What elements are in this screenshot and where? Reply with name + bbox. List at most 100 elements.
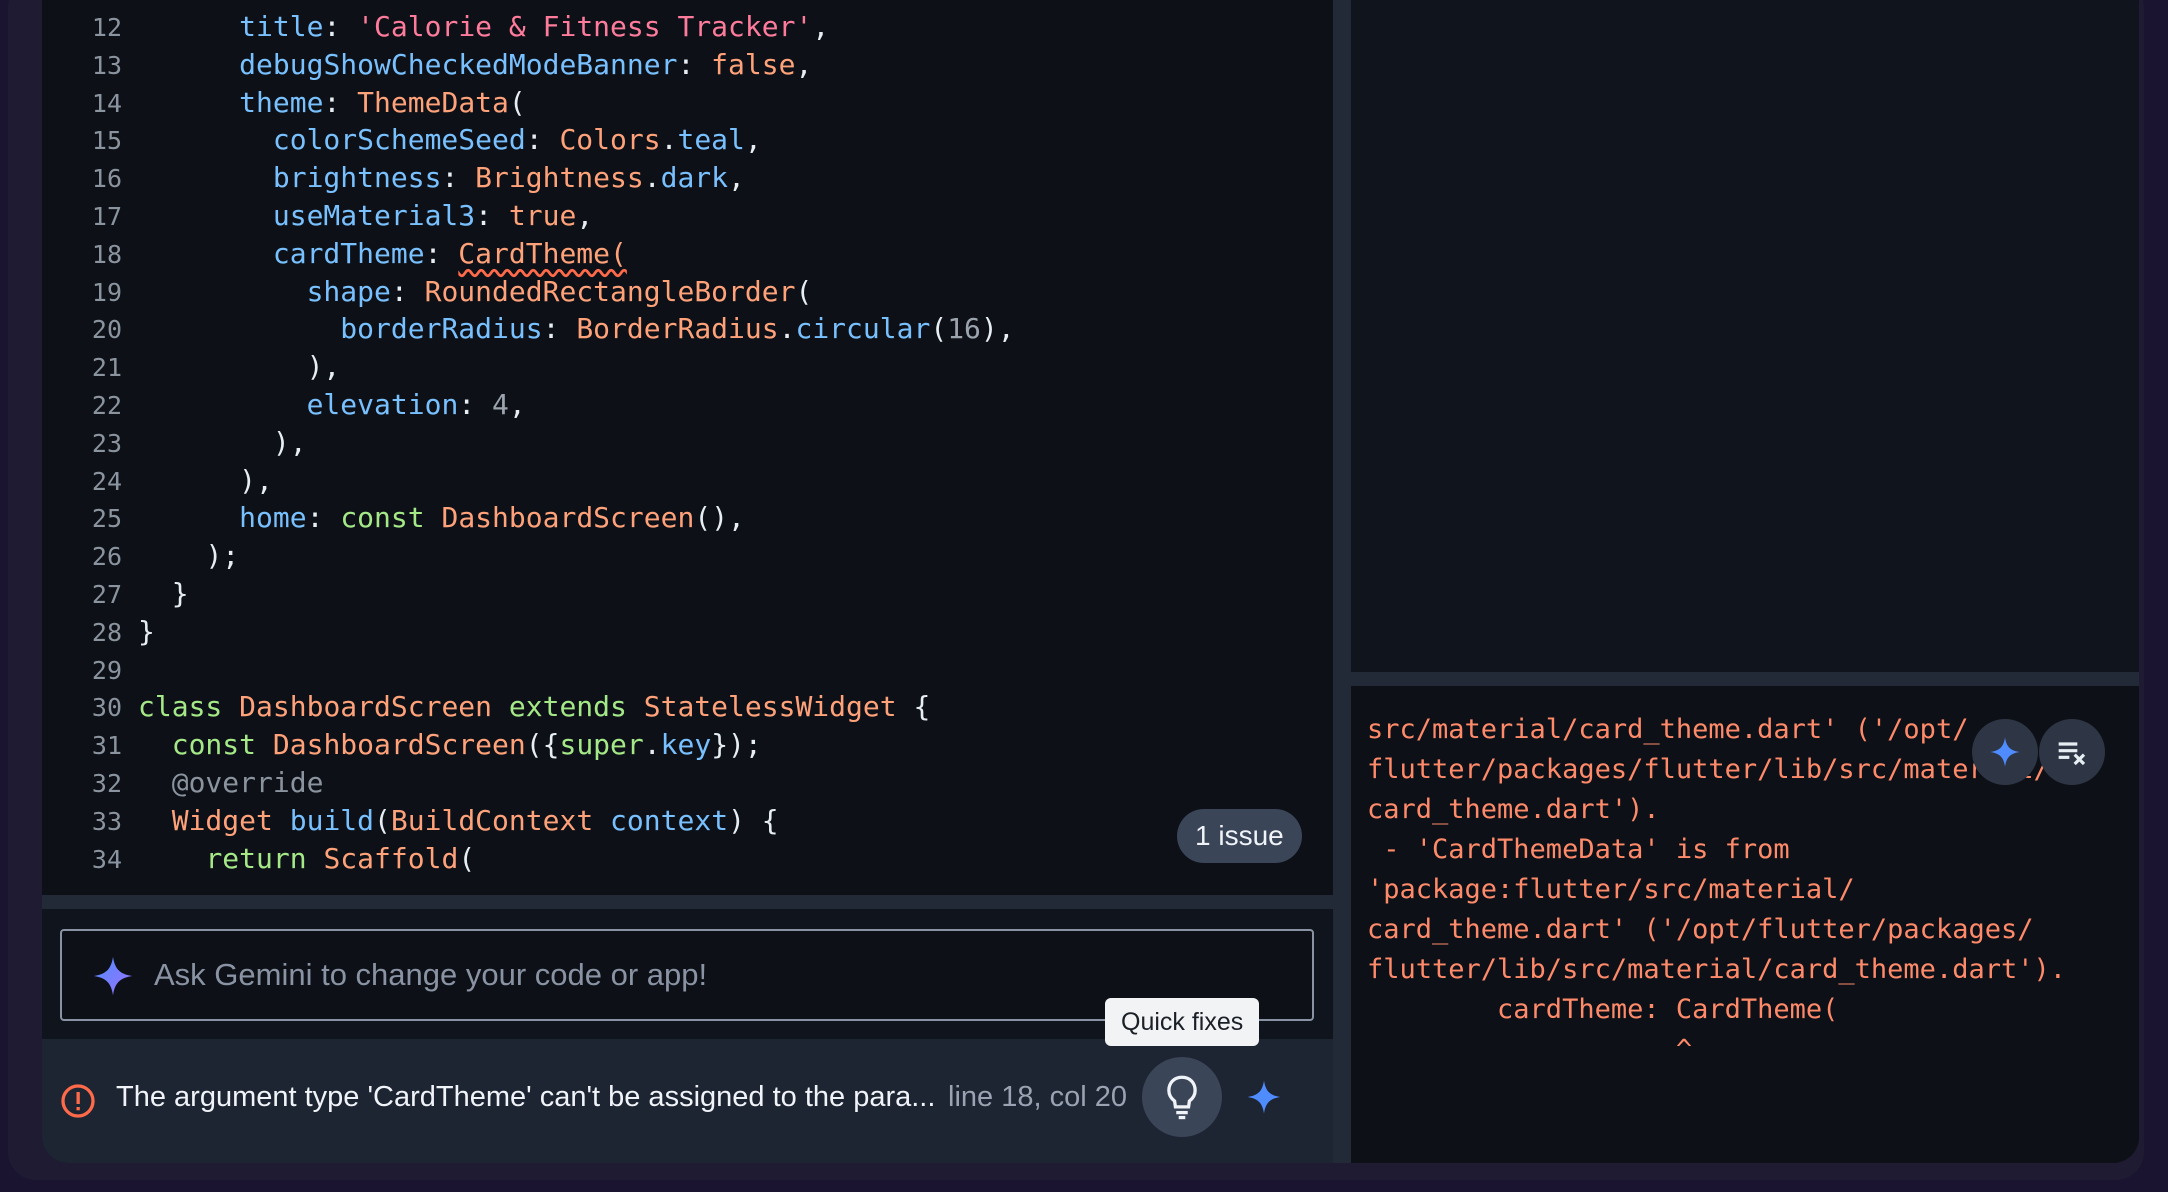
line-number: 25 (91, 504, 122, 534)
code-token: const (171, 728, 273, 762)
code-token: RoundedRectangleBorder (424, 274, 796, 308)
code-token: , (508, 388, 526, 421)
code-token: : (475, 199, 509, 232)
line-number: 23 (91, 428, 122, 458)
code-line[interactable]: 26 ); (42, 537, 239, 575)
console-line: 'package:flutter/src/material/ (1367, 874, 1855, 905)
line-number: 34 (91, 844, 122, 874)
code-line[interactable]: 34 return Scaffold( (42, 840, 475, 878)
error-circle-icon (61, 1084, 95, 1118)
code-line[interactable]: 20 borderRadius: BorderRadius.circular(1… (42, 310, 1015, 348)
error-message[interactable]: The argument type 'CardTheme' can't be a… (116, 1039, 935, 1155)
code-line[interactable]: 32 @override (42, 764, 324, 802)
editor-divider[interactable] (42, 895, 1333, 909)
code-line[interactable]: 21 ), (42, 348, 340, 386)
clear-console-button[interactable] (2039, 719, 2105, 785)
code-token: shape (306, 274, 391, 308)
code-token: Brightness (475, 161, 644, 195)
line-number: 15 (91, 126, 122, 156)
code-line[interactable]: 23 ), (42, 424, 307, 462)
code-token: Scaffold (323, 841, 459, 875)
console-line: flutter/packages/flutter/lib/src/materia… (1367, 754, 2050, 785)
code-line[interactable]: 30 class DashboardScreen extends Stateles… (42, 688, 930, 726)
code-token: } (171, 577, 189, 610)
code-line[interactable]: 28} (42, 613, 155, 651)
gemini-fix-sparkle-icon[interactable] (1246, 1079, 1282, 1115)
code-line[interactable]: 18 cardTheme: CardTheme( (42, 235, 627, 273)
code-token: : (677, 47, 712, 81)
line-number: 32 (91, 769, 122, 798)
code-token: false (711, 47, 796, 81)
code-token: 4 (492, 388, 509, 421)
line-number: 20 (91, 315, 122, 345)
code-line[interactable]: 27 } (42, 575, 189, 613)
code-token: : (424, 236, 459, 270)
code-editor[interactable]: 12 title: 'Calorie & Fitness Tracker', 13… (42, 0, 1333, 895)
code-token: : (323, 85, 358, 119)
app-preview-pane (1351, 0, 2139, 672)
code-line[interactable]: 33 Widget build(BuildContext context) { (42, 802, 779, 840)
quick-fixes-tooltip: Quick fixes (1105, 998, 1260, 1046)
quick-fix-button[interactable] (1142, 1057, 1222, 1137)
line-number: 28 (91, 617, 122, 647)
code-token: home (239, 501, 307, 535)
code-token: true (508, 199, 577, 232)
code-token: : (323, 10, 358, 43)
code-line[interactable]: 16 brightness: Brightness.dark, (42, 159, 745, 197)
code-line[interactable]: 29 (42, 651, 138, 689)
code-token: const (340, 501, 442, 535)
vertical-divider[interactable] (1333, 0, 1351, 1163)
gemini-sparkle-icon (1990, 737, 2020, 767)
code-token: ( (458, 841, 476, 875)
line-number: 27 (91, 580, 122, 609)
code-line[interactable]: 14 theme: ThemeData( (42, 84, 526, 122)
code-token: debugShowCheckedModeBanner (239, 47, 678, 81)
console-divider[interactable] (1351, 672, 2139, 686)
code-token: ) { (728, 803, 779, 837)
line-number: 29 (91, 655, 122, 685)
code-line[interactable]: 19 shape: RoundedRectangleBorder( (42, 273, 812, 311)
line-number: 19 (91, 277, 122, 307)
code-token: . (643, 728, 661, 762)
code-line[interactable]: 17 useMaterial3: true, (42, 197, 593, 235)
code-token: ( (508, 85, 526, 119)
code-token: theme (239, 85, 324, 119)
code-token: circular (795, 312, 931, 346)
code-line[interactable]: 22 elevation: 4, (42, 386, 526, 424)
code-token: class (138, 690, 240, 724)
code-line[interactable]: 12 title: 'Calorie & Fitness Tracker', (42, 8, 829, 46)
code-token: brightness (272, 161, 442, 195)
issue-count-badge[interactable]: 1 issue (1177, 809, 1302, 863)
code-line[interactable]: 13 debugShowCheckedModeBanner: false, (42, 46, 812, 84)
gemini-sparkle-icon (93, 956, 133, 996)
code-token: colorSchemeSeed (272, 123, 526, 157)
code-token: } (138, 614, 155, 648)
app-container: 12 title: 'Calorie & Fitness Tracker', 13… (42, 0, 2139, 1163)
code-line[interactable]: 15 colorSchemeSeed: Colors.teal, (42, 121, 762, 159)
console-line: card_theme.dart' ('/opt/flutter/packages… (1367, 914, 2034, 945)
code-line[interactable]: 24 ), (42, 462, 273, 500)
line-number: 13 (91, 50, 122, 80)
line-number: 17 (91, 202, 122, 231)
console-line: - 'CardThemeData' is from (1367, 834, 1790, 865)
code-line[interactable]: 25 home: const DashboardScreen(), (42, 499, 745, 537)
line-number: 30 (91, 693, 122, 723)
code-token: ); (205, 539, 240, 573)
code-token: ), (272, 425, 307, 459)
code-token: 'Calorie & Fitness Tracker' (357, 10, 813, 43)
code-line[interactable]: 31 const DashboardScreen({super.key}); (42, 726, 762, 764)
gemini-prompt-placeholder: Ask Gemini to change your code or app! (154, 957, 708, 992)
code-token: super (559, 728, 644, 762)
console-gemini-button[interactable] (1972, 719, 2038, 785)
